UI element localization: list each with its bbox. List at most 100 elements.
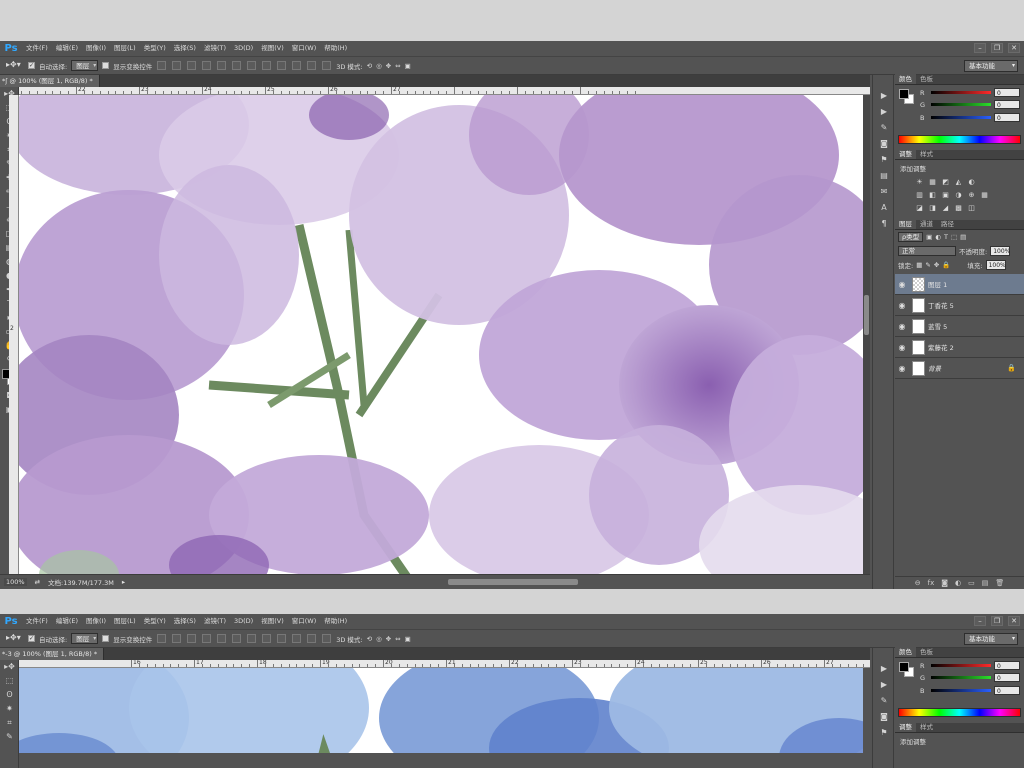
- hue-saturation-icon[interactable]: ▥: [915, 191, 924, 200]
- restore-button[interactable]: ❐: [991, 616, 1003, 626]
- panel-foreground-swatch[interactable]: [899, 89, 909, 99]
- workspace-dropdown[interactable]: 基本功能: [964, 633, 1018, 645]
- tab-styles[interactable]: 样式: [916, 722, 937, 732]
- align-top-icon[interactable]: [157, 61, 167, 70]
- 3d-scale-icon[interactable]: ▣: [405, 635, 411, 643]
- vertical-scroll-thumb[interactable]: [864, 295, 869, 335]
- lock-position-icon[interactable]: ✥: [934, 261, 939, 269]
- distribute-hcenter-icon[interactable]: [307, 61, 317, 70]
- new-adjustment-icon[interactable]: ◐: [955, 579, 961, 587]
- 3d-pan-icon[interactable]: ✥: [386, 635, 391, 643]
- curves-icon[interactable]: ◩: [941, 178, 950, 187]
- align-vcenter-icon[interactable]: [172, 634, 182, 643]
- document-tab[interactable]: *-3 @ 100% (图层 1, RGB/8) *: [0, 648, 105, 660]
- opacity-field[interactable]: 100%: [990, 246, 1010, 256]
- menu-3d[interactable]: 3D(D): [230, 614, 257, 629]
- tab-adjustments[interactable]: 调整: [895, 722, 916, 732]
- distribute-right-icon[interactable]: [322, 61, 332, 70]
- close-button[interactable]: ✕: [1008, 616, 1020, 626]
- align-left-icon[interactable]: [202, 61, 212, 70]
- layer-row[interactable]: ◉ 丁香花 5: [895, 295, 1024, 316]
- align-top-icon[interactable]: [157, 634, 167, 643]
- green-value[interactable]: 0: [994, 673, 1020, 682]
- menu-window[interactable]: 窗口(W): [288, 614, 321, 629]
- layer-style-icon[interactable]: fx: [928, 579, 935, 587]
- 3d-slide-icon[interactable]: ⇔: [395, 635, 400, 643]
- tab-color[interactable]: 颜色: [895, 647, 916, 657]
- posterize-icon[interactable]: ◨: [928, 204, 937, 213]
- horizontal-scroll-thumb[interactable]: [448, 579, 578, 585]
- menu-type[interactable]: 类型(Y): [140, 614, 170, 629]
- info-icon[interactable]: ▤: [877, 169, 891, 182]
- canvas-purple-flowers[interactable]: [19, 95, 863, 574]
- filter-smart-icon[interactable]: ▤: [960, 233, 966, 241]
- menu-filter[interactable]: 滤镜(T): [200, 614, 230, 629]
- blue-value[interactable]: 0: [994, 113, 1020, 122]
- add-mask-icon[interactable]: ◙: [941, 579, 948, 587]
- delete-layer-icon[interactable]: 🗑: [995, 579, 1004, 587]
- distribute-top-icon[interactable]: [247, 61, 257, 70]
- menu-file[interactable]: 文件(F): [22, 614, 52, 629]
- tab-adjustments[interactable]: 调整: [895, 149, 916, 159]
- lock-transparent-icon[interactable]: ▦: [916, 261, 922, 269]
- quick-select-tool-icon[interactable]: ✷: [2, 702, 17, 716]
- red-slider[interactable]: [931, 664, 991, 667]
- move-tool-preset-icon[interactable]: ▸✥▾: [6, 633, 24, 645]
- align-right-icon[interactable]: [232, 634, 242, 643]
- visibility-eye-icon[interactable]: ◉: [895, 322, 909, 331]
- filter-pixel-icon[interactable]: ▣: [926, 233, 932, 241]
- menu-help[interactable]: 帮助(H): [320, 41, 351, 56]
- color-spectrum-bar[interactable]: [898, 135, 1021, 144]
- close-button[interactable]: ✕: [1008, 43, 1020, 53]
- menu-3d[interactable]: 3D(D): [230, 41, 257, 56]
- menu-view[interactable]: 视图(V): [257, 614, 288, 629]
- tab-styles[interactable]: 样式: [916, 149, 937, 159]
- clone-source-icon[interactable]: ◙: [877, 710, 891, 723]
- auto-select-checkbox[interactable]: ✓: [28, 635, 35, 642]
- distribute-hcenter-icon[interactable]: [307, 634, 317, 643]
- color-spectrum-bar[interactable]: [898, 708, 1021, 717]
- panel-foreground-swatch[interactable]: [899, 662, 909, 672]
- exposure-icon[interactable]: ◭: [954, 178, 963, 187]
- menu-layer[interactable]: 图层(L): [110, 41, 140, 56]
- align-right-icon[interactable]: [232, 61, 242, 70]
- menu-type[interactable]: 类型(Y): [140, 41, 170, 56]
- layer-row[interactable]: ◉ 图层 1: [895, 274, 1024, 295]
- minimize-button[interactable]: –: [974, 616, 986, 626]
- distribute-left-icon[interactable]: [292, 61, 302, 70]
- paragraph-icon[interactable]: ¶: [877, 217, 891, 230]
- link-layers-icon[interactable]: ⊖: [915, 579, 921, 587]
- minimize-button[interactable]: –: [974, 43, 986, 53]
- green-slider[interactable]: [931, 103, 991, 106]
- align-bottom-icon[interactable]: [187, 634, 197, 643]
- menu-edit[interactable]: 编辑(E): [52, 614, 82, 629]
- blend-mode-dropdown[interactable]: 正常: [898, 246, 956, 256]
- distribute-vcenter-icon[interactable]: [262, 61, 272, 70]
- menu-help[interactable]: 帮助(H): [320, 614, 351, 629]
- menu-file[interactable]: 文件(F): [22, 41, 52, 56]
- color-lookup-icon[interactable]: ▦: [980, 191, 989, 200]
- visibility-eye-icon[interactable]: ◉: [895, 301, 909, 310]
- blue-slider[interactable]: [931, 116, 991, 119]
- zoom-level[interactable]: 100%: [4, 578, 27, 586]
- black-white-icon[interactable]: ▣: [941, 191, 950, 200]
- visibility-eye-icon[interactable]: ◉: [895, 343, 909, 352]
- distribute-right-icon[interactable]: [322, 634, 332, 643]
- 3d-pan-icon[interactable]: ✥: [386, 62, 391, 70]
- auto-select-checkbox[interactable]: ✓: [28, 62, 35, 69]
- marquee-tool-icon[interactable]: ⬚: [2, 674, 17, 688]
- share-icon[interactable]: ⇄: [35, 578, 40, 586]
- align-vcenter-icon[interactable]: [172, 61, 182, 70]
- distribute-bottom-icon[interactable]: [277, 61, 287, 70]
- new-group-icon[interactable]: ▭: [968, 579, 975, 587]
- menu-image[interactable]: 图像(I): [82, 41, 110, 56]
- document-tab[interactable]: *ʃ @ 100% (图层 1, RGB/8) *: [0, 75, 100, 87]
- notes-icon[interactable]: ✉: [877, 185, 891, 198]
- menu-image[interactable]: 图像(I): [82, 614, 110, 629]
- layer-row[interactable]: ◉ 背景 🔒: [895, 358, 1024, 379]
- invert-icon[interactable]: ◪: [915, 204, 924, 213]
- threshold-icon[interactable]: ◢: [941, 204, 950, 213]
- green-slider[interactable]: [931, 676, 991, 679]
- brush-preset-icon[interactable]: ✎: [877, 121, 891, 134]
- 3d-roll-icon[interactable]: ◎: [376, 62, 382, 70]
